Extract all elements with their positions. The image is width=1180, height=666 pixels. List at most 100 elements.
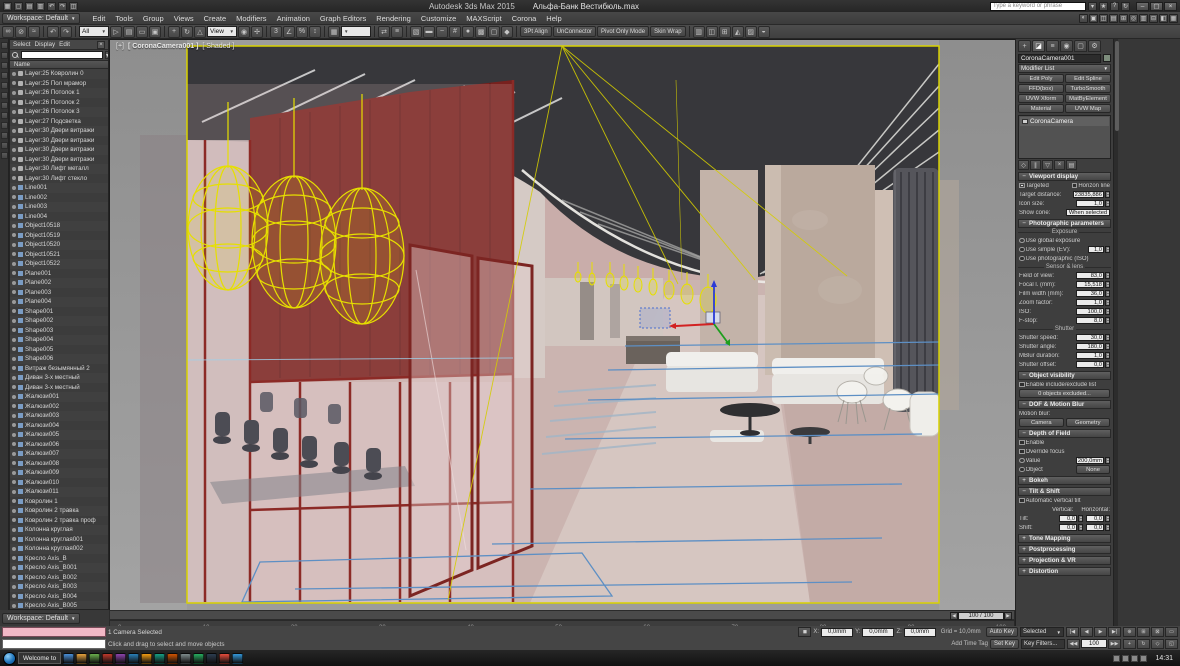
visibility-dot-icon[interactable] xyxy=(12,556,16,561)
visibility-dot-icon[interactable] xyxy=(12,128,16,133)
rollout-depth-of-field[interactable]: − Depth of Field xyxy=(1018,429,1111,438)
angle-snap-toggle-icon[interactable]: ∠ xyxy=(283,25,295,38)
visibility-dot-icon[interactable] xyxy=(12,489,16,494)
utilities-tab-icon[interactable]: ⚙ xyxy=(1088,40,1101,52)
taskbar-welcome-window[interactable]: Welcome to xyxy=(18,652,62,664)
visibility-dot-icon[interactable] xyxy=(12,394,16,399)
display-tab-icon[interactable]: ▢ xyxy=(1074,40,1087,52)
stack-entry-coronacamera[interactable]: CoronaCamera xyxy=(1020,117,1109,126)
visibility-dot-icon[interactable] xyxy=(12,537,16,542)
list-item[interactable]: Layer:26 Потолок 1 xyxy=(10,88,108,98)
menu-toolbar-9-icon[interactable]: ◧ xyxy=(1159,13,1168,23)
list-item[interactable]: Колонна круглая001 xyxy=(10,534,108,544)
visibility-dot-icon[interactable] xyxy=(12,404,16,409)
spinner-arrows-icon[interactable] xyxy=(1105,307,1110,316)
toolbar-extra-5-icon[interactable]: ▨ xyxy=(744,25,757,38)
list-item[interactable]: Line003 xyxy=(10,202,108,212)
menu-edit[interactable]: Edit xyxy=(87,12,110,25)
use-simple-ev-radio[interactable] xyxy=(1019,246,1025,253)
list-item[interactable]: Shape005 xyxy=(10,344,108,354)
simple-ev-field[interactable]: 1,0 xyxy=(1088,245,1104,254)
undo-icon[interactable]: ↶ xyxy=(47,25,59,38)
visibility-dot-icon[interactable] xyxy=(12,508,16,513)
help-icon[interactable]: ? xyxy=(1110,1,1119,11)
tray-icon-3[interactable] xyxy=(1131,654,1139,662)
render-setup-icon[interactable]: ▩ xyxy=(475,25,487,38)
workspace-selector-bottom[interactable]: Workspace: Default ▼ xyxy=(2,612,81,624)
docked-toolbar-icon-11[interactable] xyxy=(0,142,8,149)
list-item[interactable]: Line001 xyxy=(10,183,108,193)
infocenter-search-input[interactable] xyxy=(990,1,1086,11)
visibility-dot-icon[interactable] xyxy=(12,432,16,437)
list-item[interactable]: Object10519 xyxy=(10,230,108,240)
modifier-button-matbyelement[interactable]: MatByElement xyxy=(1065,94,1111,103)
render-production-icon[interactable]: ◆ xyxy=(501,25,513,38)
redo-icon[interactable]: ↷ xyxy=(60,25,72,38)
show-cone-dropdown[interactable]: When selected xyxy=(1066,208,1110,217)
shift-horizontal-field[interactable]: 0,0 xyxy=(1086,523,1104,532)
visibility-dot-icon[interactable] xyxy=(12,328,16,333)
sensor-field[interactable]: 8,0 xyxy=(1076,316,1104,325)
selection-filter-dropdown[interactable]: All ▼ xyxy=(79,26,109,37)
toolbar-extra-3-icon[interactable]: ⊞ xyxy=(718,25,731,38)
list-item[interactable]: Ковролин 2 травка проф xyxy=(10,515,108,525)
snaps-toggle-3d-icon[interactable]: 3 xyxy=(270,25,282,38)
rollout-bokeh[interactable]: + Bokeh xyxy=(1018,476,1111,485)
rollout-photographic-parameters[interactable]: − Photographic parameters xyxy=(1018,219,1111,228)
visibility-dot-icon[interactable] xyxy=(12,280,16,285)
focus-value-radio[interactable] xyxy=(1019,457,1025,464)
viewport-pov-menu[interactable]: [ CoronaCamera001 ] xyxy=(128,43,198,50)
list-item[interactable]: Layer:26 Потолок 2 xyxy=(10,97,108,107)
list-item[interactable]: Кресло Axis_B005 xyxy=(10,601,108,609)
start-button[interactable] xyxy=(3,651,16,665)
spinner-arrows-icon[interactable] xyxy=(1078,514,1083,523)
spinner-arrows-icon[interactable] xyxy=(1105,316,1110,325)
maximize-viewport-toggle-icon[interactable]: ◱ xyxy=(1165,639,1178,649)
redo-qat-icon[interactable]: ↷ xyxy=(58,1,67,11)
motion-tab-icon[interactable]: ◉ xyxy=(1060,40,1073,52)
rollout-dof-motion-blur[interactable]: − DOF & Motion Blur xyxy=(1018,400,1111,409)
sensor-field[interactable]: 15,518 xyxy=(1076,280,1104,289)
visibility-dot-icon[interactable] xyxy=(12,356,16,361)
key-mode-dropdown[interactable]: Selected ▼ xyxy=(1020,627,1064,637)
go-to-end-icon[interactable]: ▶| xyxy=(1108,627,1121,637)
list-item[interactable]: Жалюзи006 xyxy=(10,439,108,449)
select-and-rotate-icon[interactable]: ↻ xyxy=(181,25,193,38)
percent-snap-toggle-icon[interactable]: % xyxy=(296,25,308,38)
visibility-dot-icon[interactable] xyxy=(12,185,16,190)
minimize-window-icon[interactable]: – xyxy=(1136,1,1149,11)
focus-object-picker-button[interactable]: None xyxy=(1076,465,1110,474)
modifier-button-edit-poly[interactable]: Edit Poly xyxy=(1018,74,1064,83)
viewport[interactable]: [+] [ CoronaCamera001 ] [ Shaded ] xyxy=(109,39,1016,611)
maxscript-mini-recorder[interactable] xyxy=(2,627,106,637)
menu-help[interactable]: Help xyxy=(541,12,566,25)
menu-animation[interactable]: Animation xyxy=(272,12,315,25)
rollout-viewport-display[interactable]: − Viewport display xyxy=(1018,172,1111,181)
play-animation-icon[interactable]: ▶ xyxy=(1094,627,1107,637)
list-item[interactable]: Layer:30 Двери витражи xyxy=(10,126,108,136)
rollout-distortion[interactable]: + Distortion xyxy=(1018,567,1111,576)
spinner-arrows-icon[interactable] xyxy=(1078,523,1083,532)
pan-view-icon[interactable]: + xyxy=(1123,639,1136,649)
visibility-dot-icon[interactable] xyxy=(12,176,16,181)
list-item[interactable]: Ковролин 1 xyxy=(10,496,108,506)
align-icon[interactable]: ≡ xyxy=(391,25,403,38)
spinner-arrows-icon[interactable] xyxy=(1105,342,1110,351)
explorer-menu-display[interactable]: Display xyxy=(35,41,56,48)
taskbar-app-icon-6[interactable] xyxy=(128,652,140,664)
menu-toolbar-6-icon[interactable]: ◎ xyxy=(1129,13,1138,23)
focus-object-radio[interactable] xyxy=(1019,466,1025,473)
visibility-dot-icon[interactable] xyxy=(12,385,16,390)
visibility-dot-icon[interactable] xyxy=(12,157,16,162)
list-item[interactable]: Shape001 xyxy=(10,306,108,316)
zoom-icon[interactable]: ⊕ xyxy=(1123,627,1136,637)
menu-toolbar-3-icon[interactable]: ◫ xyxy=(1099,13,1108,23)
skin-wrap-button[interactable]: Skin Wrap xyxy=(650,26,686,37)
current-frame-field[interactable]: 100 xyxy=(1081,639,1107,648)
named-selection-sets-dropdown[interactable]: ▼ xyxy=(341,26,371,37)
list-item[interactable]: Object10522 xyxy=(10,259,108,269)
visibility-dot-icon[interactable] xyxy=(12,527,16,532)
schematic-view-icon[interactable]: # xyxy=(449,25,461,38)
previous-frame-icon[interactable]: ◀ xyxy=(1080,627,1093,637)
taskbar-app-icon-8[interactable] xyxy=(154,652,166,664)
